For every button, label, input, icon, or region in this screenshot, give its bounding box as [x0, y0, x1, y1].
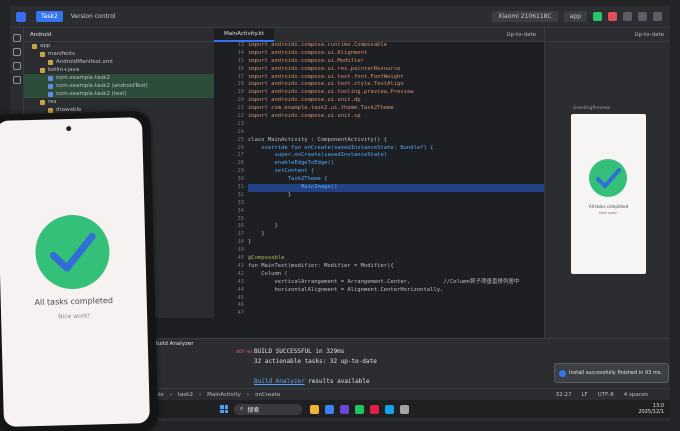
completion-subtitle: Nice work!: [58, 312, 91, 321]
phone-screen[interactable]: All tasks completed Nice work!: [0, 117, 150, 427]
front-camera: [66, 126, 72, 132]
photo-scene: Task2 Version control Xiaomi 2106118C ap…: [0, 0, 680, 431]
completion-title: All tasks completed: [34, 295, 114, 308]
check-icon: [34, 214, 111, 290]
physical-phone: All tasks completed Nice work!: [0, 110, 159, 431]
